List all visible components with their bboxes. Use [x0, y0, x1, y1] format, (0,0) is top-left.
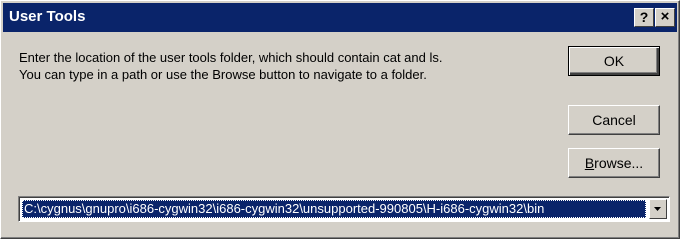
browse-label-rest: rowse... — [594, 155, 644, 171]
dialog-title: User Tools — [9, 8, 86, 25]
instructions-line-1: Enter the location of the user tools fol… — [19, 50, 443, 65]
user-tools-dialog: User Tools ? × Enter the location of the… — [0, 0, 680, 239]
path-combobox[interactable]: C:\cygnus\gnupro\i686-cygwin32\i686-cygw… — [18, 196, 670, 222]
instructions-line-2: You can type in a path or use the Browse… — [19, 67, 427, 82]
cancel-button[interactable]: Cancel — [568, 105, 660, 135]
browse-button[interactable]: Browse... — [568, 148, 660, 178]
instructions-text: Enter the location of the user tools fol… — [19, 49, 442, 83]
help-button[interactable]: ? — [634, 8, 654, 27]
browse-accelerator: B — [584, 155, 595, 171]
close-icon: × — [660, 8, 670, 25]
dropdown-button[interactable] — [649, 199, 667, 219]
path-input[interactable]: C:\cygnus\gnupro\i686-cygwin32\i686-cygw… — [22, 200, 646, 218]
chevron-down-icon — [654, 207, 661, 211]
title-bar[interactable]: User Tools ? × — [3, 3, 677, 32]
ok-button[interactable]: OK — [568, 46, 660, 76]
close-button[interactable]: × — [655, 8, 675, 27]
